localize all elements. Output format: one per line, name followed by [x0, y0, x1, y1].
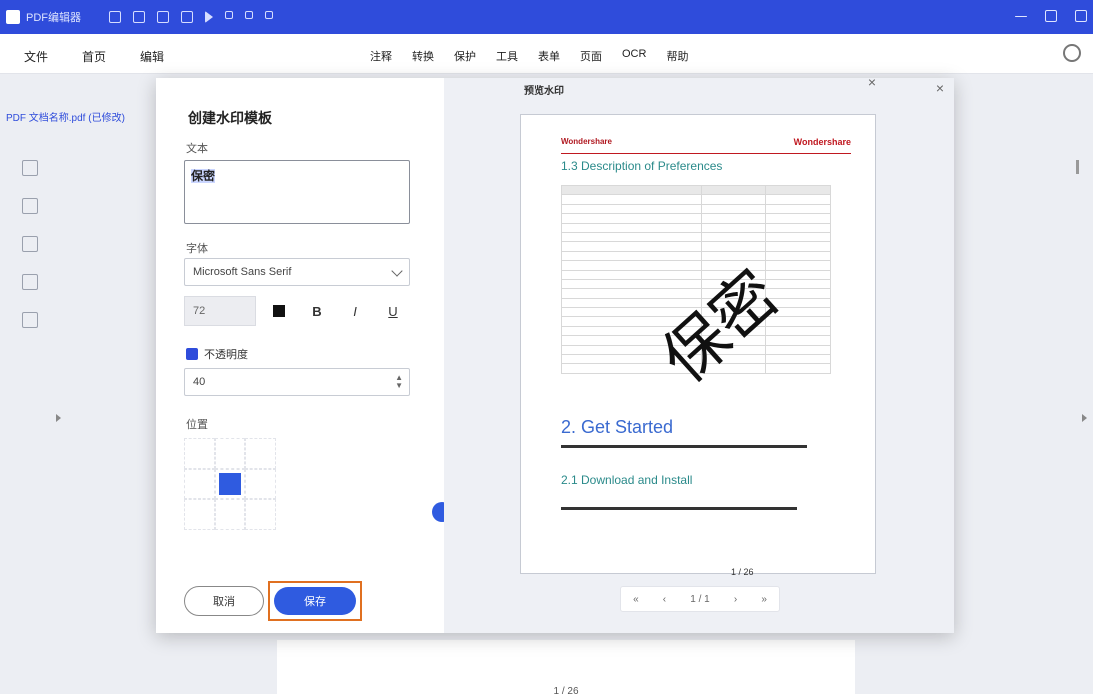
attachment-icon[interactable]	[22, 274, 38, 290]
menu-edit[interactable]: 编辑	[140, 48, 164, 65]
menu-file[interactable]: 文件	[24, 48, 48, 65]
scrollbar[interactable]	[1076, 160, 1079, 174]
menu-page[interactable]: 页面	[580, 48, 602, 64]
font-size-input[interactable]: 72	[184, 296, 256, 326]
page-logo-left: Wondershare	[561, 137, 612, 146]
app-logo-icon	[6, 10, 20, 24]
menu-bar: 文件 首页 编辑 注释 转换 保护 工具 表单 页面 OCR 帮助	[0, 34, 1093, 74]
page-logo-right: Wondershare	[793, 137, 851, 147]
prev-page-icon[interactable]: ‹	[663, 594, 666, 605]
font-color-button[interactable]	[264, 296, 294, 326]
font-label: 字体	[186, 243, 208, 255]
customize-icon[interactable]	[265, 11, 273, 19]
font-select[interactable]: Microsoft Sans Serif	[184, 258, 410, 286]
dialog-close-icon[interactable]: ×	[936, 80, 944, 96]
position-cell[interactable]	[245, 499, 276, 530]
format-row: 72 B I U	[184, 296, 410, 326]
preview-page-number: 1 / 26	[731, 567, 754, 577]
menu-protect[interactable]: 保护	[454, 48, 476, 64]
background-page-number: 1 / 26	[553, 686, 579, 694]
menu-ocr[interactable]: OCR	[622, 48, 646, 64]
maximize-icon[interactable]	[1045, 10, 1057, 22]
position-cell-selected[interactable]	[214, 468, 246, 500]
text-line	[561, 445, 807, 448]
position-cell[interactable]	[184, 499, 215, 530]
save-button-highlight: 保存	[268, 581, 362, 621]
text-line	[561, 507, 797, 510]
email-icon[interactable]	[181, 11, 193, 23]
comment-panel-icon[interactable]	[22, 236, 38, 252]
close-window-icon[interactable]	[1075, 10, 1087, 22]
section-heading-3: 2.1 Download and Install	[561, 473, 693, 487]
left-sidebar	[22, 160, 38, 328]
text-label: 文本	[186, 143, 208, 155]
quick-toolbar	[109, 11, 273, 23]
thumbnail-icon[interactable]	[22, 160, 38, 176]
selected-position-marker	[218, 472, 241, 495]
page-indicator[interactable]: 1 / 1	[690, 594, 709, 605]
last-page-icon[interactable]: »	[761, 594, 767, 605]
first-page-icon[interactable]: «	[633, 594, 639, 605]
preview-pager: « ‹ 1 / 1 › »	[620, 586, 780, 612]
save-icon[interactable]	[109, 11, 121, 23]
position-cell[interactable]	[214, 499, 246, 530]
underline-button[interactable]: U	[378, 296, 408, 326]
share-icon[interactable]	[205, 11, 213, 23]
position-cell[interactable]	[214, 438, 246, 469]
color-swatch-icon	[273, 305, 285, 317]
position-cell[interactable]	[245, 468, 276, 500]
stepper-arrows-icon[interactable]: ▲ ▼	[395, 374, 403, 390]
menu-home[interactable]: 首页	[82, 48, 106, 65]
preview-title: 预览水印	[524, 86, 564, 97]
print-icon[interactable]	[133, 11, 145, 23]
menu-form[interactable]: 表单	[538, 48, 560, 64]
position-cell[interactable]	[184, 468, 215, 500]
bookmark-icon[interactable]	[22, 198, 38, 214]
cancel-button[interactable]: 取消	[184, 586, 264, 616]
header-rule	[561, 153, 851, 154]
italic-button[interactable]: I	[340, 296, 370, 326]
position-label: 位置	[186, 419, 208, 431]
document-tab[interactable]: PDF 文档名称.pdf (已修改)	[0, 108, 156, 130]
opacity-stepper[interactable]: 40 ▲ ▼	[184, 368, 410, 396]
next-page-icon[interactable]	[1082, 414, 1087, 422]
minimize-icon[interactable]	[1015, 16, 1027, 17]
menu-convert[interactable]: 转换	[412, 48, 434, 64]
preview-page: Wondershare Wondershare 1.3 Description …	[520, 114, 876, 577]
dialog-title: 创建水印模板	[188, 110, 272, 126]
bold-button[interactable]: B	[302, 296, 332, 326]
opacity-label: 不透明度	[204, 349, 248, 361]
watermark-settings-panel: 创建水印模板 文本 保密 字体 Microsoft Sans Serif 72 …	[156, 78, 452, 633]
background-document-page: 1 / 26	[277, 640, 855, 694]
menu-tools[interactable]: 工具	[496, 48, 518, 64]
open-icon[interactable]	[157, 11, 169, 23]
position-cell[interactable]	[184, 438, 215, 469]
title-bar: PDF编辑器	[0, 0, 1093, 34]
position-grid	[184, 438, 276, 530]
account-icon[interactable]	[1063, 44, 1081, 62]
watermark-text-value: 保密	[191, 169, 216, 183]
font-select-value: Microsoft Sans Serif	[193, 266, 292, 278]
save-button[interactable]: 保存	[274, 587, 356, 615]
menu-help[interactable]: 帮助	[666, 48, 688, 64]
window-controls	[1015, 10, 1087, 22]
section-heading-2: 2. Get Started	[561, 417, 674, 437]
app-title: PDF编辑器	[26, 12, 81, 24]
preview-panel: 预览水印 × × Wondershare Wondershare 1.3 Des…	[444, 74, 954, 633]
section-heading: 1.3 Description of Preferences	[561, 159, 723, 173]
undo-icon[interactable]	[225, 11, 233, 19]
watermark-text-input[interactable]: 保密	[184, 160, 410, 224]
opacity-label-row: 不透明度	[186, 346, 248, 362]
chevron-down-icon	[391, 265, 403, 277]
opacity-value: 40	[193, 376, 206, 388]
position-cell[interactable]	[245, 438, 276, 469]
search-icon[interactable]	[22, 312, 38, 328]
redo-icon[interactable]	[245, 11, 253, 19]
opacity-checkbox[interactable]	[186, 348, 198, 360]
menu-comment[interactable]: 注释	[370, 48, 392, 64]
previous-page-icon[interactable]	[56, 414, 61, 422]
preview-close-icon[interactable]: ×	[868, 74, 876, 90]
next-page-icon[interactable]: ›	[734, 594, 737, 605]
watermark-dialog: 创建水印模板 文本 保密 字体 Microsoft Sans Serif 72 …	[156, 74, 954, 633]
